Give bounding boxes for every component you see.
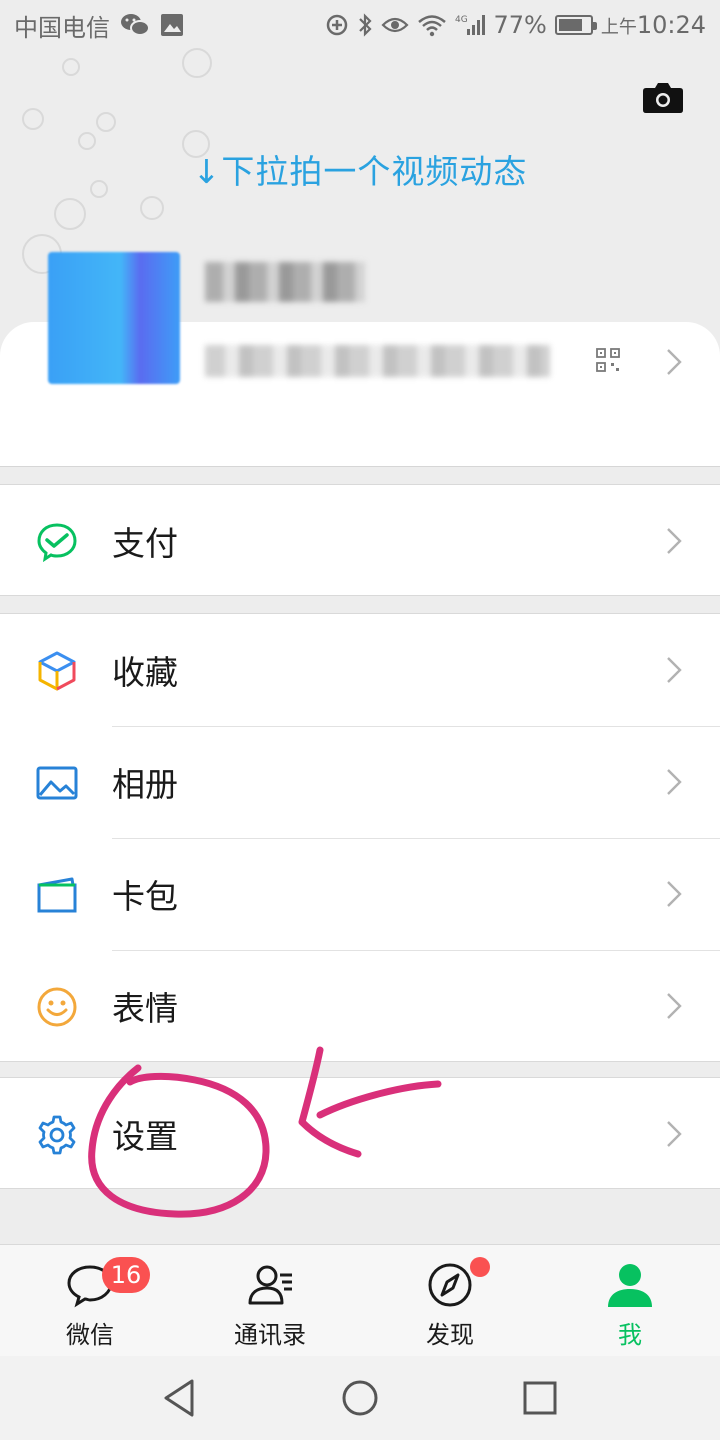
menu-item-settings[interactable]: 设置 — [0, 1078, 720, 1190]
tab-label-contacts: 通讯录 — [234, 1321, 306, 1349]
cube-icon — [38, 651, 76, 691]
contacts-icon — [248, 1265, 292, 1305]
tab-me[interactable]: 我 — [540, 1245, 720, 1357]
menu-label-pay: 支付 — [112, 524, 178, 563]
bottom-tab-bar: 16 微信 通讯录 发现 我 — [0, 1244, 720, 1356]
menu-group-pay: 支付 — [0, 484, 720, 596]
chevron-right-icon — [667, 1121, 682, 1147]
decor-bubble — [54, 198, 86, 230]
tab-label-discover: 发现 — [426, 1321, 474, 1349]
data-saver-icon — [327, 14, 348, 36]
wechat-id-blurred — [205, 345, 550, 377]
wallet-icon — [37, 877, 77, 913]
decor-bubble — [96, 112, 116, 132]
carrier-label: 中国电信 — [14, 13, 110, 42]
menu-item-stickers[interactable]: 表情 — [0, 950, 720, 1062]
battery-icon — [554, 15, 597, 35]
chevron-right-icon — [667, 993, 682, 1019]
home-icon[interactable] — [340, 1378, 380, 1418]
decor-bubble — [140, 196, 164, 220]
menu-label-settings: 设置 — [112, 1117, 178, 1156]
gear-icon — [38, 1115, 76, 1155]
chevron-right-icon — [667, 657, 682, 683]
tab-label-chats: 微信 — [66, 1321, 114, 1349]
nickname-blurred — [205, 262, 365, 302]
wifi-icon — [418, 15, 447, 37]
battery-fill — [558, 19, 582, 31]
chevron-right-icon — [667, 769, 682, 795]
menu-item-album[interactable]: 相册 — [0, 726, 720, 838]
notification-dot — [470, 1257, 490, 1277]
recents-icon[interactable] — [520, 1378, 560, 1418]
clock: 10:24 — [636, 11, 706, 39]
status-bar: 中国电信 4G 77% 上午10:24 — [0, 0, 720, 50]
chevron-right-icon[interactable] — [666, 348, 682, 376]
bluetooth-icon — [359, 13, 373, 37]
menu-item-cards[interactable]: 卡包 — [0, 838, 720, 950]
tab-label-me: 我 — [618, 1321, 642, 1349]
back-icon[interactable] — [160, 1378, 200, 1418]
battery-percent: 77% — [493, 11, 547, 39]
wechat-me-screen: 中国电信 4G 77% 上午10:24 ↓下拉拍一个视频动态 支付 收藏 相册 … — [0, 0, 720, 1440]
wechat-pay-icon — [37, 523, 77, 563]
decor-bubble — [182, 48, 212, 78]
wechat-icon — [121, 14, 150, 36]
pull-down-hint: ↓下拉拍一个视频动态 — [192, 152, 528, 191]
picture-icon — [36, 766, 78, 800]
gallery-icon — [161, 14, 183, 36]
menu-item-pay[interactable]: 支付 — [0, 485, 720, 597]
qr-code-icon[interactable] — [596, 348, 620, 372]
unread-badge: 16 — [102, 1257, 150, 1293]
tab-discover[interactable]: 发现 — [360, 1245, 540, 1357]
tab-contacts[interactable]: 通讯录 — [180, 1245, 360, 1357]
person-icon — [608, 1264, 652, 1307]
smiley-icon — [37, 987, 77, 1027]
menu-group-settings: 设置 — [0, 1077, 720, 1189]
menu-label-stickers: 表情 — [112, 989, 178, 1028]
menu-label-album: 相册 — [112, 765, 178, 804]
decor-bubble — [22, 108, 44, 130]
time-prefix: 上午 — [600, 17, 637, 38]
menu-item-favorites[interactable]: 收藏 — [0, 614, 720, 726]
compass-icon — [428, 1263, 472, 1307]
status-left: 中国电信 — [14, 8, 184, 43]
menu-label-favorites: 收藏 — [112, 653, 178, 692]
eye-comfort-icon — [381, 17, 410, 33]
avatar[interactable] — [48, 252, 180, 384]
menu-label-cards: 卡包 — [112, 877, 178, 916]
signal-icon: 4G — [455, 15, 486, 35]
system-nav-bar — [0, 1356, 720, 1440]
tab-chats[interactable]: 16 微信 — [0, 1245, 180, 1357]
camera-icon[interactable] — [642, 80, 684, 114]
chevron-right-icon — [667, 881, 682, 907]
menu-group-services: 收藏 相册 卡包 表情 — [0, 613, 720, 1062]
status-right: 4G 77% 上午10:24 — [325, 11, 706, 39]
chevron-right-icon — [667, 528, 682, 554]
decor-bubble — [62, 58, 80, 76]
svg-text:4G: 4G — [455, 15, 468, 25]
